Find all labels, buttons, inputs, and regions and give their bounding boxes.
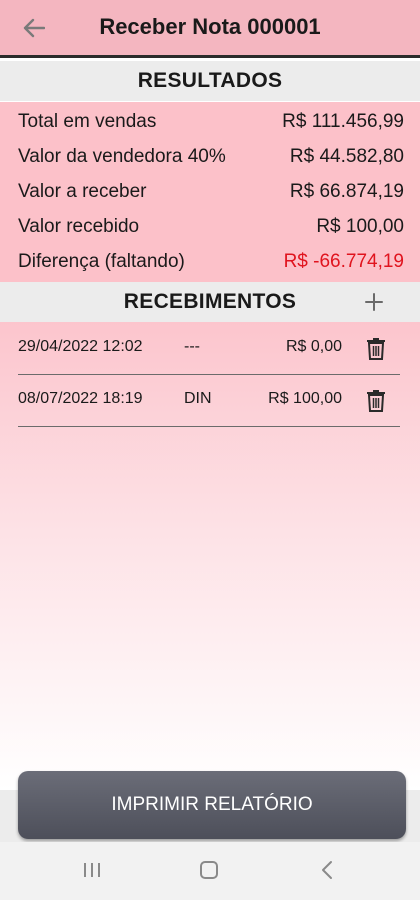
result-value: R$ 66.874,19 — [289, 180, 404, 202]
trash-icon[interactable] — [366, 336, 386, 360]
receipt-method: --- — [184, 338, 200, 355]
result-label: Total em vendas — [18, 110, 157, 132]
results-panel: Total em vendas R$ 111.456,99 Valor da v… — [0, 102, 420, 282]
page-title: Receber Nota 000001 — [99, 14, 321, 39]
results-heading: RESULTADOS — [0, 61, 420, 101]
home-icon[interactable] — [199, 860, 219, 880]
receipt-method: DIN — [184, 390, 212, 407]
add-receipt-button[interactable] — [362, 290, 386, 314]
trash-icon[interactable] — [366, 388, 386, 412]
result-label: Valor da vendedora 40% — [18, 145, 226, 167]
app-bar: Receber Nota 000001 — [0, 0, 420, 58]
result-value: R$ 100,00 — [316, 215, 404, 237]
result-value: R$ 44.582,80 — [289, 145, 404, 167]
result-label: Diferença (faltando) — [18, 250, 185, 272]
result-row-seller-share: Valor da vendedora 40% R$ 44.582,80 — [18, 139, 404, 174]
receipt-amount: R$ 0,00 — [285, 338, 342, 355]
receipt-row[interactable]: 29/04/2022 12:02 --- R$ 0,00 — [18, 322, 400, 375]
recents-icon[interactable] — [82, 860, 102, 880]
chevron-left-icon[interactable] — [318, 860, 338, 880]
plus-icon — [365, 293, 383, 311]
receipt-datetime: 08/07/2022 18:19 — [18, 390, 143, 407]
receipts-heading-label: RECEBIMENTOS — [123, 290, 297, 313]
result-label: Valor a receber — [18, 180, 147, 202]
result-row-difference: Diferença (faltando) R$ -66.774,19 — [18, 244, 404, 279]
result-value-negative: R$ -66.774,19 — [283, 250, 404, 272]
receipts-heading: RECEBIMENTOS — [0, 282, 420, 322]
print-report-button[interactable]: IMPRIMIR RELATÓRIO — [18, 771, 406, 839]
result-row-total-sales: Total em vendas R$ 111.456,99 — [18, 104, 404, 139]
receipt-amount: R$ 100,00 — [268, 390, 342, 407]
result-value: R$ 111.456,99 — [282, 110, 404, 132]
receipt-row[interactable]: 08/07/2022 18:19 DIN R$ 100,00 — [18, 374, 400, 427]
receipt-datetime: 29/04/2022 12:02 — [18, 338, 143, 355]
system-nav-bar — [0, 842, 420, 900]
result-label: Valor recebido — [18, 215, 140, 237]
result-row-amount-received: Valor recebido R$ 100,00 — [18, 209, 404, 244]
result-row-amount-due: Valor a receber R$ 66.874,19 — [18, 174, 404, 209]
